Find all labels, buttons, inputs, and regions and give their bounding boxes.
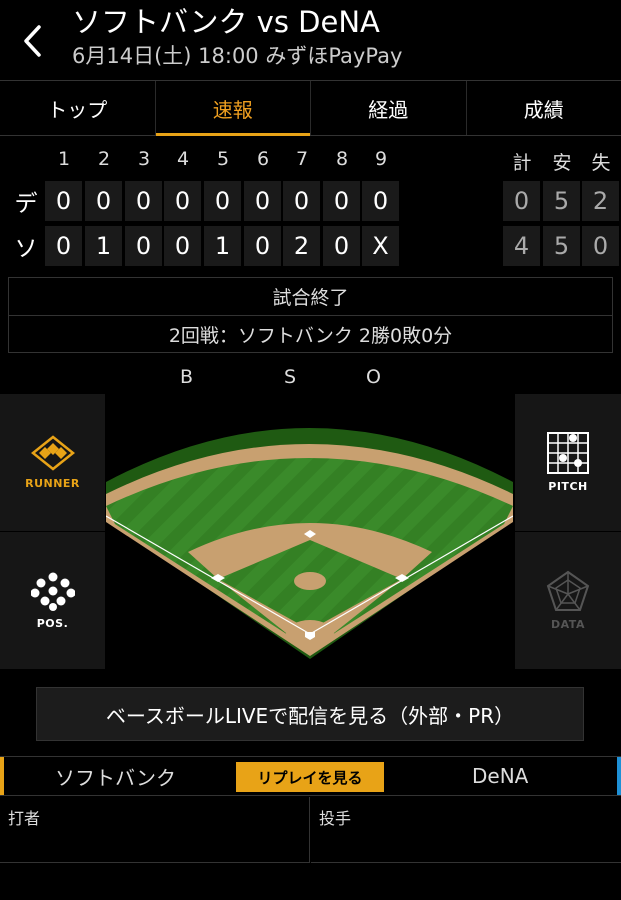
team-abbr-away: デ [14,191,38,217]
tab-live[interactable]: 速報 [155,81,311,136]
baseball-field [106,394,513,669]
position-label: POS. [36,617,69,630]
inning-score: 0 [164,181,201,221]
pitch-grid-icon [547,432,589,474]
runner-diamond-icon [30,435,75,471]
pitch-button[interactable]: PITCH [515,394,621,531]
batter-label: 打者 [8,809,41,828]
inning-header: 3 [137,148,151,170]
away-accent-bar [617,757,621,795]
strike-count-label: S [284,366,297,388]
runs-header: 計 [512,152,532,174]
total-hits: 5 [543,226,580,266]
inning-header: 4 [176,148,190,170]
inning-score: 0 [45,181,82,221]
inning-header: 1 [57,148,71,170]
home-team-name[interactable]: ソフトバンク [55,757,176,795]
scoreboard: 1 2 3 4 5 6 7 8 9 計 安 失 デ 0 0 0 0 0 0 0 … [0,140,621,270]
tab-stats[interactable]: 成績 [467,81,621,135]
inning-score: 0 [244,226,281,266]
series-record: 2回戦：ソフトバンク 2勝0敗0分 [168,325,453,347]
total-errors: 2 [582,181,619,221]
total-errors: 0 [582,226,619,266]
pitch-label: PITCH [548,480,588,493]
field-diagram [106,428,513,659]
tab-bar: トップ 速報 経過 成績 [0,80,621,136]
inning-score: 0 [283,181,320,221]
inning-score: 1 [85,226,122,266]
total-hits: 5 [543,181,580,221]
team-abbr-home: ソ [14,236,38,262]
inning-header: 8 [335,148,349,170]
inning-score: X [362,226,399,266]
errors-header: 失 [591,152,611,174]
inning-header: 9 [374,148,388,170]
inning-score: 0 [164,226,201,266]
inning-score: 0 [323,226,360,266]
inning-score: 0 [85,181,122,221]
inning-header: 5 [216,148,230,170]
inning-score: 0 [323,181,360,221]
pitcher-label: 投手 [319,809,352,828]
out-count-label: O [366,366,381,388]
tab-top[interactable]: トップ [0,81,156,135]
inning-score: 0 [125,181,162,221]
inning-score: 0 [244,181,281,221]
replay-button[interactable]: リプレイを見る [236,762,384,792]
position-button[interactable]: POS. [0,532,105,669]
batter-panel: 打者 [0,797,310,863]
ball-count-label: B [180,366,194,388]
inning-score: 1 [204,226,241,266]
inning-header: 7 [295,148,309,170]
away-team-name[interactable]: DeNA [472,757,528,795]
game-info: 6月14日(土) 18:00 みずほPayPay [72,44,403,68]
pentagon-chart-icon [546,570,590,611]
inning-score: 2 [283,226,320,266]
game-status: 試合終了 [9,278,612,316]
data-label: DATA [551,618,585,631]
runner-label: RUNNER [25,477,80,490]
header: ソフトバンク vs DeNA 6月14日(土) 18:00 みずほPayPay [0,0,621,78]
home-accent-bar [0,757,4,795]
pitcher-panel: 投手 [311,797,621,863]
chevron-left-icon [24,25,41,57]
inning-header: 6 [256,148,270,170]
watch-live-button[interactable]: ベースボールLIVEで配信を見る（外部・PR） [36,687,584,741]
page-title: ソフトバンク vs DeNA [72,5,380,39]
inning-score: 0 [362,181,399,221]
inning-score: 0 [125,226,162,266]
tab-progress[interactable]: 経過 [311,81,467,135]
inning-score: 0 [204,181,241,221]
runner-button[interactable]: RUNNER [0,394,105,531]
total-runs: 0 [503,181,540,221]
teams-bar: ソフトバンク リプレイを見る DeNA [0,756,621,796]
hits-header: 安 [552,152,572,174]
position-icon [30,572,75,611]
inning-score: 0 [45,226,82,266]
inning-header: 2 [97,148,111,170]
game-status-box: 試合終了 2回戦：ソフトバンク 2勝0敗0分 [8,277,613,353]
back-button[interactable] [12,18,52,64]
total-runs: 4 [503,226,540,266]
data-button[interactable]: DATA [515,532,621,669]
